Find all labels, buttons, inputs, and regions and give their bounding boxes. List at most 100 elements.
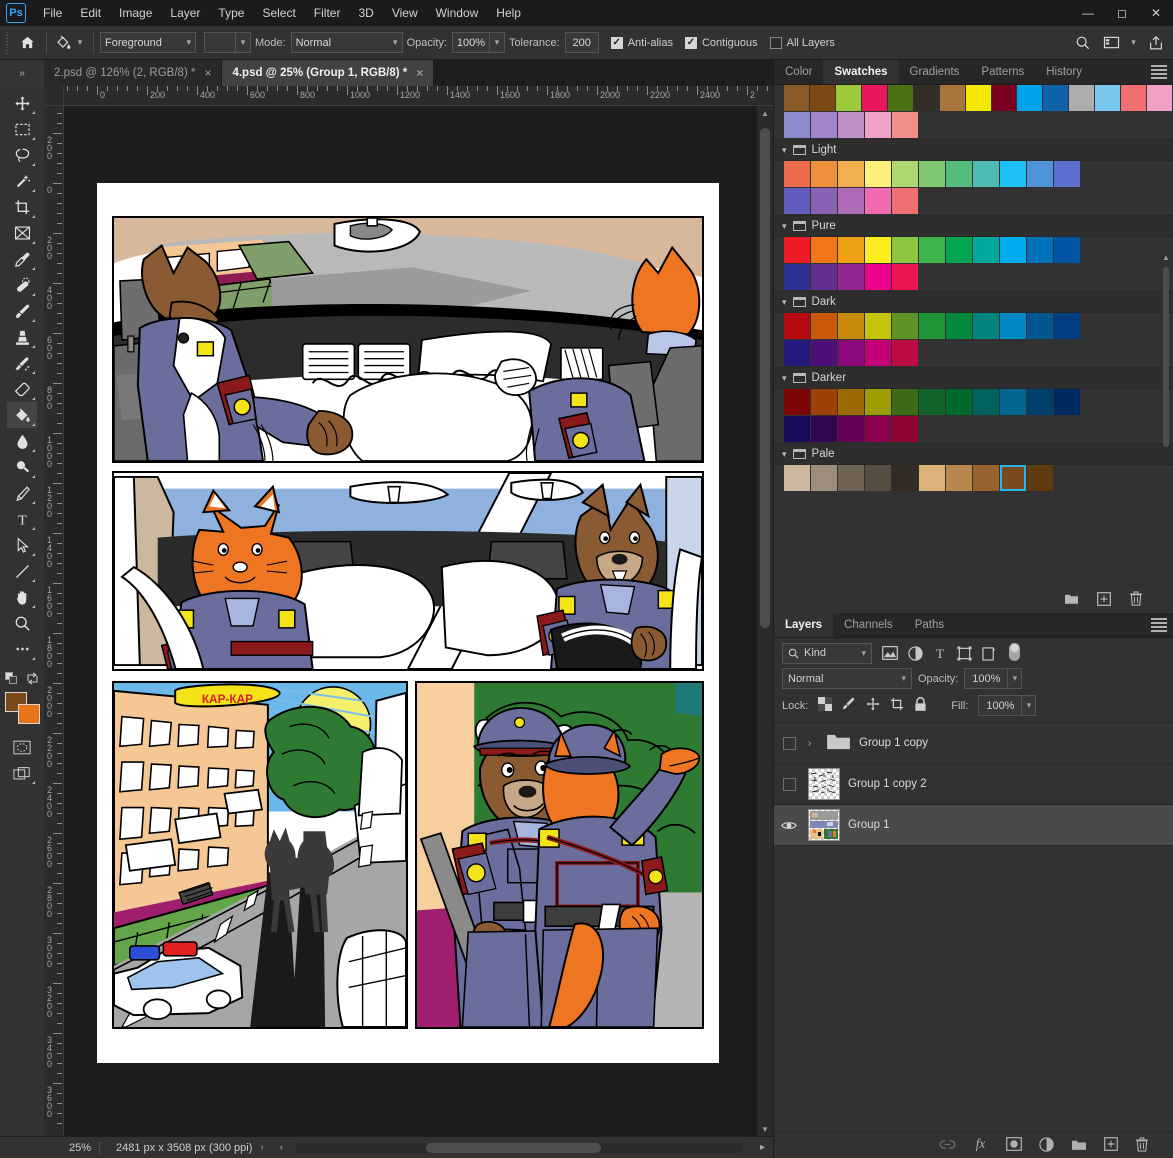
type-tool[interactable]: T xyxy=(7,506,37,532)
menu-view[interactable]: View xyxy=(383,2,427,24)
horizontal-scroll-thumb[interactable] xyxy=(426,1143,601,1153)
swatch[interactable] xyxy=(1054,161,1080,187)
panel-menu-icon[interactable] xyxy=(1151,65,1167,79)
smart-object-filter-icon[interactable] xyxy=(982,646,996,661)
tool-preset-chevron-icon[interactable]: ▾ xyxy=(73,30,87,56)
swatch[interactable] xyxy=(1054,313,1080,339)
type-filter-icon[interactable]: T xyxy=(933,646,947,661)
opacity-input[interactable]: 100% xyxy=(451,32,490,53)
adjustment-filter-icon[interactable] xyxy=(908,645,923,661)
swatches-scrollbar[interactable]: ▲ ▼ xyxy=(1161,195,1171,583)
swatch[interactable] xyxy=(784,112,810,138)
swatch-group-darker[interactable]: ▾ Darker xyxy=(774,367,1173,389)
new-group-icon[interactable] xyxy=(1071,1138,1087,1154)
tab-paths[interactable]: Paths xyxy=(903,613,956,637)
swatch[interactable] xyxy=(861,85,887,111)
menu-window[interactable]: Window xyxy=(427,2,488,24)
swatch[interactable] xyxy=(973,389,999,415)
swatch[interactable] xyxy=(1000,313,1026,339)
artboard[interactable]: КАР-КАР xyxy=(97,183,719,1063)
menu-file[interactable]: File xyxy=(34,2,71,24)
zoom-tool[interactable] xyxy=(7,610,37,636)
lock-position-icon[interactable] xyxy=(866,697,880,714)
swatch-group-pale[interactable]: ▾ Pale xyxy=(774,443,1173,465)
swatch[interactable] xyxy=(892,237,918,263)
anti-alias-checkbox[interactable]: Anti-alias xyxy=(610,36,673,49)
layer-visibility-toggle[interactable] xyxy=(778,820,800,831)
swatch[interactable] xyxy=(784,161,810,187)
tab-channels[interactable]: Channels xyxy=(833,613,904,637)
tab-history[interactable]: History xyxy=(1035,60,1094,84)
close-button[interactable]: ✕ xyxy=(1139,0,1173,26)
minimize-button[interactable]: — xyxy=(1071,0,1105,26)
swatch[interactable] xyxy=(1027,161,1053,187)
layer-visibility-toggle[interactable] xyxy=(778,777,800,791)
status-scroll-right-icon[interactable]: ▸ xyxy=(760,1142,765,1153)
tab-color[interactable]: Color xyxy=(774,60,824,84)
swatch[interactable] xyxy=(1027,237,1053,263)
swatch-group-dark[interactable]: ▾ Dark xyxy=(774,291,1173,313)
ruler-corner[interactable] xyxy=(44,86,64,106)
swatch[interactable] xyxy=(973,161,999,187)
swatch[interactable] xyxy=(1121,85,1147,111)
horizontal-ruler[interactable]: 0002004006008001000120014001600180020002… xyxy=(64,86,773,106)
swatch[interactable] xyxy=(946,313,972,339)
line-shape-tool[interactable] xyxy=(7,558,37,584)
fill-source-select[interactable]: Foreground ▾ xyxy=(100,32,196,53)
horizontal-scrollbar[interactable] xyxy=(296,1143,743,1153)
lock-transparent-icon[interactable] xyxy=(818,697,833,714)
tolerance-input[interactable]: 200 xyxy=(564,32,599,53)
swatch[interactable] xyxy=(865,313,891,339)
swatch[interactable] xyxy=(838,188,864,214)
swatch[interactable] xyxy=(919,313,945,339)
swatch-group-light[interactable]: ▾ Light xyxy=(774,139,1173,161)
shape-filter-icon[interactable] xyxy=(957,645,972,661)
swatch[interactable] xyxy=(946,389,972,415)
collapse-panels-button[interactable]: » xyxy=(0,60,44,86)
swatch[interactable] xyxy=(865,416,891,442)
swatch[interactable] xyxy=(892,313,918,339)
canvas-scroll-thumb[interactable] xyxy=(760,128,770,628)
menu-filter[interactable]: Filter xyxy=(305,2,350,24)
swatch[interactable] xyxy=(784,264,810,290)
tab-patterns[interactable]: Patterns xyxy=(970,60,1036,84)
swatch[interactable] xyxy=(865,161,891,187)
menu-select[interactable]: Select xyxy=(253,2,304,24)
eraser-tool[interactable] xyxy=(7,376,37,402)
document-tab-2[interactable]: 4.psd @ 25% (Group 1, RGB/8) * × xyxy=(222,60,435,86)
all-layers-checkbox[interactable]: All Layers xyxy=(769,36,835,49)
layer-row[interactable]: Group 1 xyxy=(774,805,1173,846)
adjustment-layer-icon[interactable] xyxy=(1039,1136,1054,1155)
swatch[interactable] xyxy=(946,161,972,187)
layer-mask-icon[interactable] xyxy=(1006,1137,1022,1154)
close-tab-icon[interactable]: × xyxy=(416,66,423,80)
layer-fill-input[interactable]: 100% xyxy=(978,695,1023,716)
swatch[interactable] xyxy=(865,237,891,263)
swatch[interactable] xyxy=(784,85,809,111)
lock-image-icon[interactable] xyxy=(842,697,856,714)
swap-colors-icon[interactable] xyxy=(26,672,39,687)
swatch[interactable] xyxy=(1054,237,1080,263)
swatch[interactable] xyxy=(919,237,945,263)
layer-row[interactable]: Group 1 copy 2 xyxy=(774,764,1173,805)
swatch[interactable] xyxy=(1147,85,1173,111)
delete-layer-icon[interactable] xyxy=(1135,1136,1149,1155)
layer-blend-mode-select[interactable]: Normal ▾ xyxy=(782,668,912,689)
swatch[interactable] xyxy=(784,237,810,263)
rectangular-marquee-tool[interactable] xyxy=(7,116,37,142)
swatch[interactable] xyxy=(991,85,1017,111)
brush-tool[interactable] xyxy=(7,298,37,324)
background-color-chip[interactable] xyxy=(18,704,40,724)
swatch[interactable] xyxy=(1054,389,1080,415)
swatch[interactable] xyxy=(865,465,891,491)
menu-image[interactable]: Image xyxy=(110,2,161,24)
edit-toolbar-tool[interactable] xyxy=(7,636,37,662)
menu-3d[interactable]: 3D xyxy=(349,2,382,24)
gradient-blur-tool[interactable] xyxy=(7,428,37,454)
dodge-tool[interactable] xyxy=(7,454,37,480)
pattern-chevron-icon[interactable]: ▾ xyxy=(236,32,251,53)
swatch[interactable] xyxy=(811,112,837,138)
swatch[interactable] xyxy=(811,340,837,366)
lock-all-icon[interactable] xyxy=(914,696,927,715)
screen-mode-icon[interactable] xyxy=(7,760,37,786)
